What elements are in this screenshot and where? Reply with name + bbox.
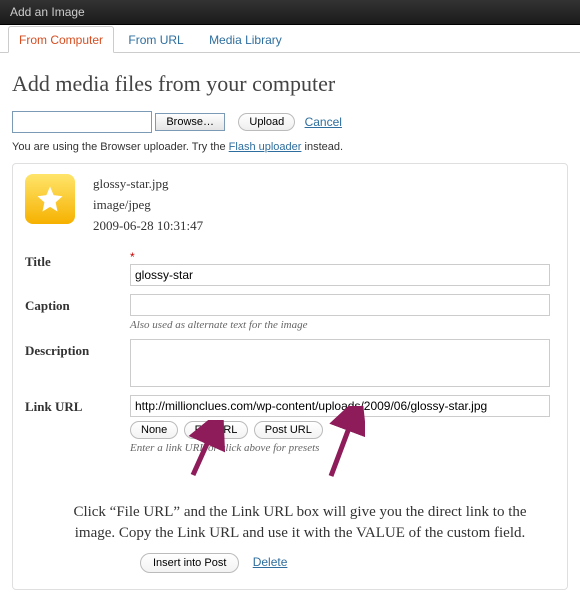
- media-filename: glossy-star.jpg: [93, 174, 203, 195]
- description-label: Description: [25, 335, 130, 391]
- tab-media-library[interactable]: Media Library: [198, 26, 293, 52]
- title-input[interactable]: [130, 264, 550, 286]
- media-actions: Insert into Post Delete: [25, 553, 555, 573]
- media-date: 2009-06-28 10:31:47: [93, 216, 203, 237]
- media-tabs: From Computer From URL Media Library: [0, 25, 580, 53]
- page-heading: Add media files from your computer: [12, 71, 568, 97]
- upload-button[interactable]: Upload: [238, 113, 295, 131]
- thumbnail: [25, 174, 75, 224]
- linkurl-label: Link URL: [25, 391, 130, 458]
- browse-button[interactable]: Browse…: [155, 113, 225, 131]
- upload-row: Browse… Upload Cancel: [12, 111, 568, 133]
- arrow-icon: [325, 406, 365, 480]
- caption-input[interactable]: [130, 294, 550, 316]
- arrow-icon: [185, 420, 225, 480]
- caption-label: Caption: [25, 290, 130, 335]
- uploader-note: You are using the Browser uploader. Try …: [12, 141, 568, 153]
- tab-from-url[interactable]: From URL: [117, 26, 194, 52]
- file-path-display: [12, 111, 152, 133]
- linkurl-none-button[interactable]: None: [130, 421, 178, 439]
- media-meta: glossy-star.jpg image/jpeg 2009-06-28 10…: [93, 174, 203, 236]
- insert-into-post-button[interactable]: Insert into Post: [140, 553, 239, 573]
- media-mime: image/jpeg: [93, 195, 203, 216]
- annotation-text: Click “File URL” and the Link URL box wi…: [65, 502, 535, 543]
- media-head: glossy-star.jpg image/jpeg 2009-06-28 10…: [25, 174, 555, 236]
- annotation-arrows: [25, 458, 555, 502]
- title-label: Title: [25, 246, 130, 290]
- linkurl-posturl-button[interactable]: Post URL: [254, 421, 323, 439]
- required-marker: *: [130, 250, 135, 264]
- flash-uploader-link[interactable]: Flash uploader: [229, 141, 302, 153]
- description-input[interactable]: [130, 339, 550, 387]
- caption-note: Also used as alternate text for the imag…: [130, 319, 555, 331]
- delete-link[interactable]: Delete: [253, 555, 288, 569]
- star-icon: [35, 184, 65, 214]
- uploader-note-pre: You are using the Browser uploader. Try …: [12, 141, 229, 153]
- media-item: glossy-star.jpg image/jpeg 2009-06-28 10…: [12, 163, 568, 590]
- cancel-link[interactable]: Cancel: [305, 115, 342, 129]
- dialog-title: Add an Image: [10, 5, 85, 19]
- media-form: Title * Caption Also used as alternate t…: [25, 246, 555, 458]
- uploader-note-post: instead.: [301, 141, 343, 153]
- tab-from-computer[interactable]: From Computer: [8, 26, 114, 53]
- dialog-header: Add an Image: [0, 0, 580, 25]
- content-area: Add media files from your computer Brows…: [0, 53, 580, 600]
